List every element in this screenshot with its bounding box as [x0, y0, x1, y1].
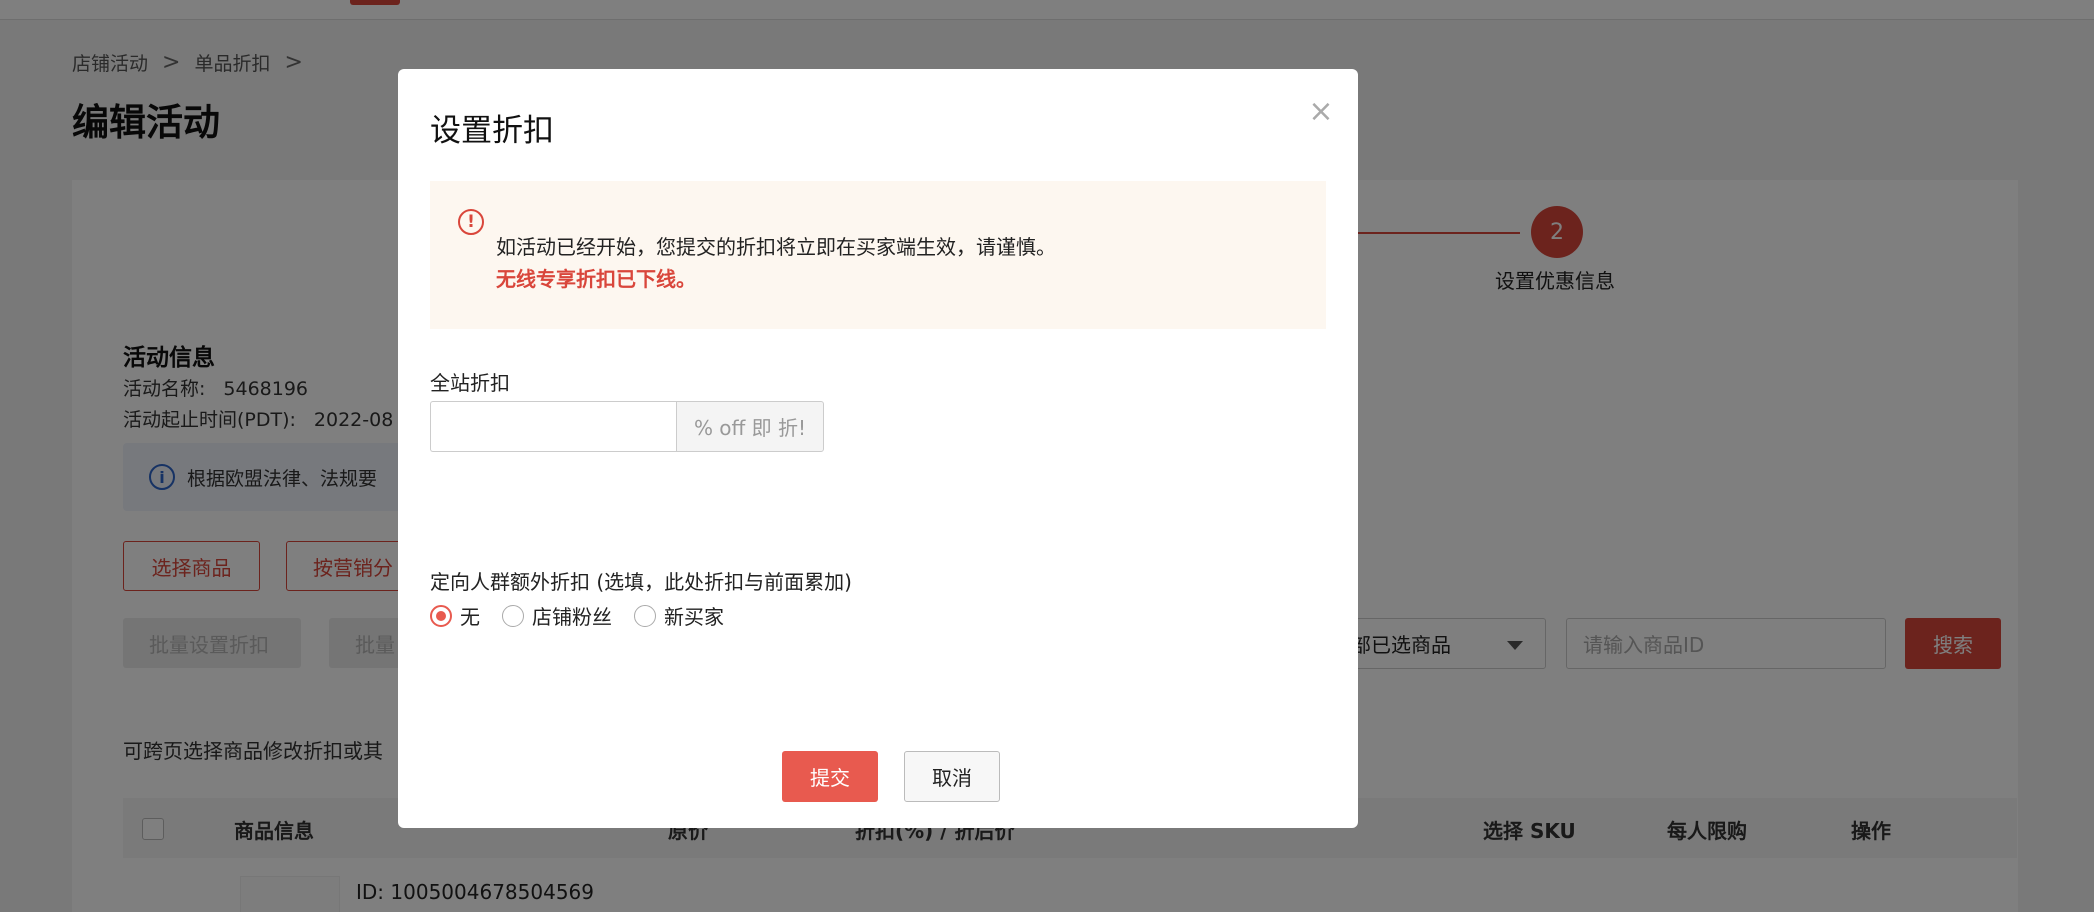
sitewide-discount-input[interactable]	[430, 401, 676, 452]
targeted-discount-label: 定向人群额外折扣 (选填，此处折扣与前面累加)	[430, 570, 852, 594]
radio-button[interactable]	[502, 604, 524, 627]
cancel-button[interactable]: 取消	[904, 751, 1000, 802]
close-icon[interactable]: ×	[1306, 97, 1336, 127]
target-audience-radio-group: 无 店铺粉丝 新买家	[430, 601, 724, 630]
modal-title: 设置折扣	[430, 113, 554, 149]
warning-highlight-text: 无线专享折扣已下线。	[496, 267, 696, 291]
submit-button[interactable]: 提交	[782, 751, 878, 802]
discount-suffix: % off 即 折!	[676, 401, 824, 452]
radio-button[interactable]	[634, 604, 656, 627]
radio-none[interactable]: 无	[430, 601, 480, 630]
radio-store-fans[interactable]: 店铺粉丝	[502, 601, 612, 630]
radio-new-buyers[interactable]: 新买家	[634, 601, 724, 630]
sitewide-discount-label: 全站折扣	[430, 371, 510, 395]
radio-button-checked[interactable]	[430, 604, 452, 627]
radio-none-label: 无	[460, 605, 480, 629]
radio-new-buyers-label: 新买家	[664, 605, 724, 629]
exclamation-circle-icon: !	[458, 209, 484, 235]
set-discount-modal: 设置折扣 × ! 如活动已经开始，您提交的折扣将立即在买家端生效，请谨慎。 无线…	[398, 69, 1358, 828]
warning-box: ! 如活动已经开始，您提交的折扣将立即在买家端生效，请谨慎。 无线专享折扣已下线…	[430, 181, 1326, 329]
radio-store-fans-label: 店铺粉丝	[532, 605, 612, 629]
warning-text: 如活动已经开始，您提交的折扣将立即在买家端生效，请谨慎。	[496, 235, 1056, 259]
